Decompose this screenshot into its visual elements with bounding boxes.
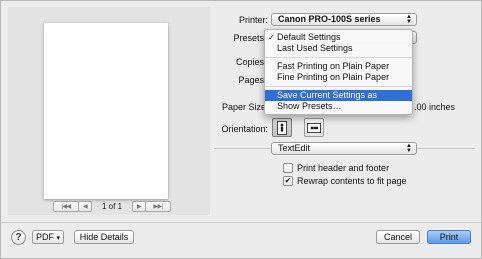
print-header-footer-option[interactable]: Print header and footer [283,163,389,173]
portrait-button[interactable] [272,118,292,137]
first-page-button[interactable]: |◀◀ [53,201,79,212]
presets-label: Presets [233,33,264,43]
printer-label: Printer: [238,15,268,25]
rewrap-checkbox[interactable]: ✔ [283,176,293,186]
print-button[interactable]: Print [427,230,471,244]
pdf-label: PDF [35,232,54,242]
updown-arrows-icon: ▲▼ [406,14,412,25]
page-preview [44,23,168,199]
landscape-button[interactable] [304,118,324,137]
landscape-icon [307,122,321,133]
last-page-button[interactable]: ▶▶| [145,201,172,212]
preview-pane [8,7,210,215]
section-divider-right [417,148,475,149]
help-button[interactable]: ? [11,230,26,245]
menu-item-fine-printing[interactable]: Fine Printing on Plain Paper [265,72,412,83]
menu-separator [265,57,412,58]
section-divider-left [214,148,272,149]
menu-item-default-settings[interactable]: ✓ Default Settings [265,32,412,43]
menu-item-save-current-settings[interactable]: Save Current Settings as Preset… [265,90,412,111]
paper-size-label: Paper Size [221,102,266,112]
next-page-button[interactable]: ▶ [132,201,147,212]
bottom-divider [1,222,481,223]
updown-arrows-icon: ▲▼ [406,143,412,154]
last-page-icon: ▶▶| [153,204,163,210]
menu-item-last-used-settings[interactable]: Last Used Settings [265,43,412,54]
menu-item-show-presets[interactable]: Show Presets… [265,101,412,112]
help-icon: ? [15,232,22,243]
prev-page-icon: ◀ [82,204,88,210]
rewrap-option[interactable]: ✔ Rewrap contents to fit page [283,176,407,186]
printer-popup[interactable]: Canon PRO-100S series ▲ ▼ [271,13,417,26]
print-dialog: |◀◀ ◀ 1 of 1 ▶ ▶▶| Printer: Canon PRO-10… [0,0,482,259]
app-section-value: TextEdit [278,143,311,153]
cancel-button[interactable]: Cancel [376,230,420,244]
copies-label: Copies [235,57,264,67]
orientation-label: Orientation: [221,124,268,134]
app-section-popup[interactable]: TextEdit ▲ ▼ [271,142,417,155]
menu-separator [265,86,412,87]
page-indicator: 1 of 1 [102,202,123,211]
printer-value: Canon PRO-100S series [278,14,381,24]
checkmark-icon: ✓ [268,33,275,42]
print-header-footer-checkbox[interactable] [283,163,293,173]
rewrap-label: Rewrap contents to fit page [297,176,407,186]
portrait-icon [277,120,287,135]
chevron-down-icon: ▾ [56,235,61,242]
hide-details-button[interactable]: Hide Details [74,230,134,244]
paper-size-dimensions: .00 inches [414,102,456,112]
menu-item-fast-printing[interactable]: Fast Printing on Plain Paper [265,61,412,72]
presets-menu: ✓ Default Settings Last Used Settings Fa… [264,29,413,115]
pdf-menu-button[interactable]: PDF ▾ [32,230,64,244]
next-page-icon: ▶ [136,204,142,210]
prev-page-button[interactable]: ◀ [78,201,92,212]
first-page-icon: |◀◀ [61,204,71,210]
pages-label: Pages [238,75,264,85]
print-header-footer-label: Print header and footer [297,163,390,173]
preview-pager: |◀◀ ◀ 1 of 1 ▶ ▶▶| [53,200,183,213]
checkmark-icon: ✔ [284,176,292,185]
